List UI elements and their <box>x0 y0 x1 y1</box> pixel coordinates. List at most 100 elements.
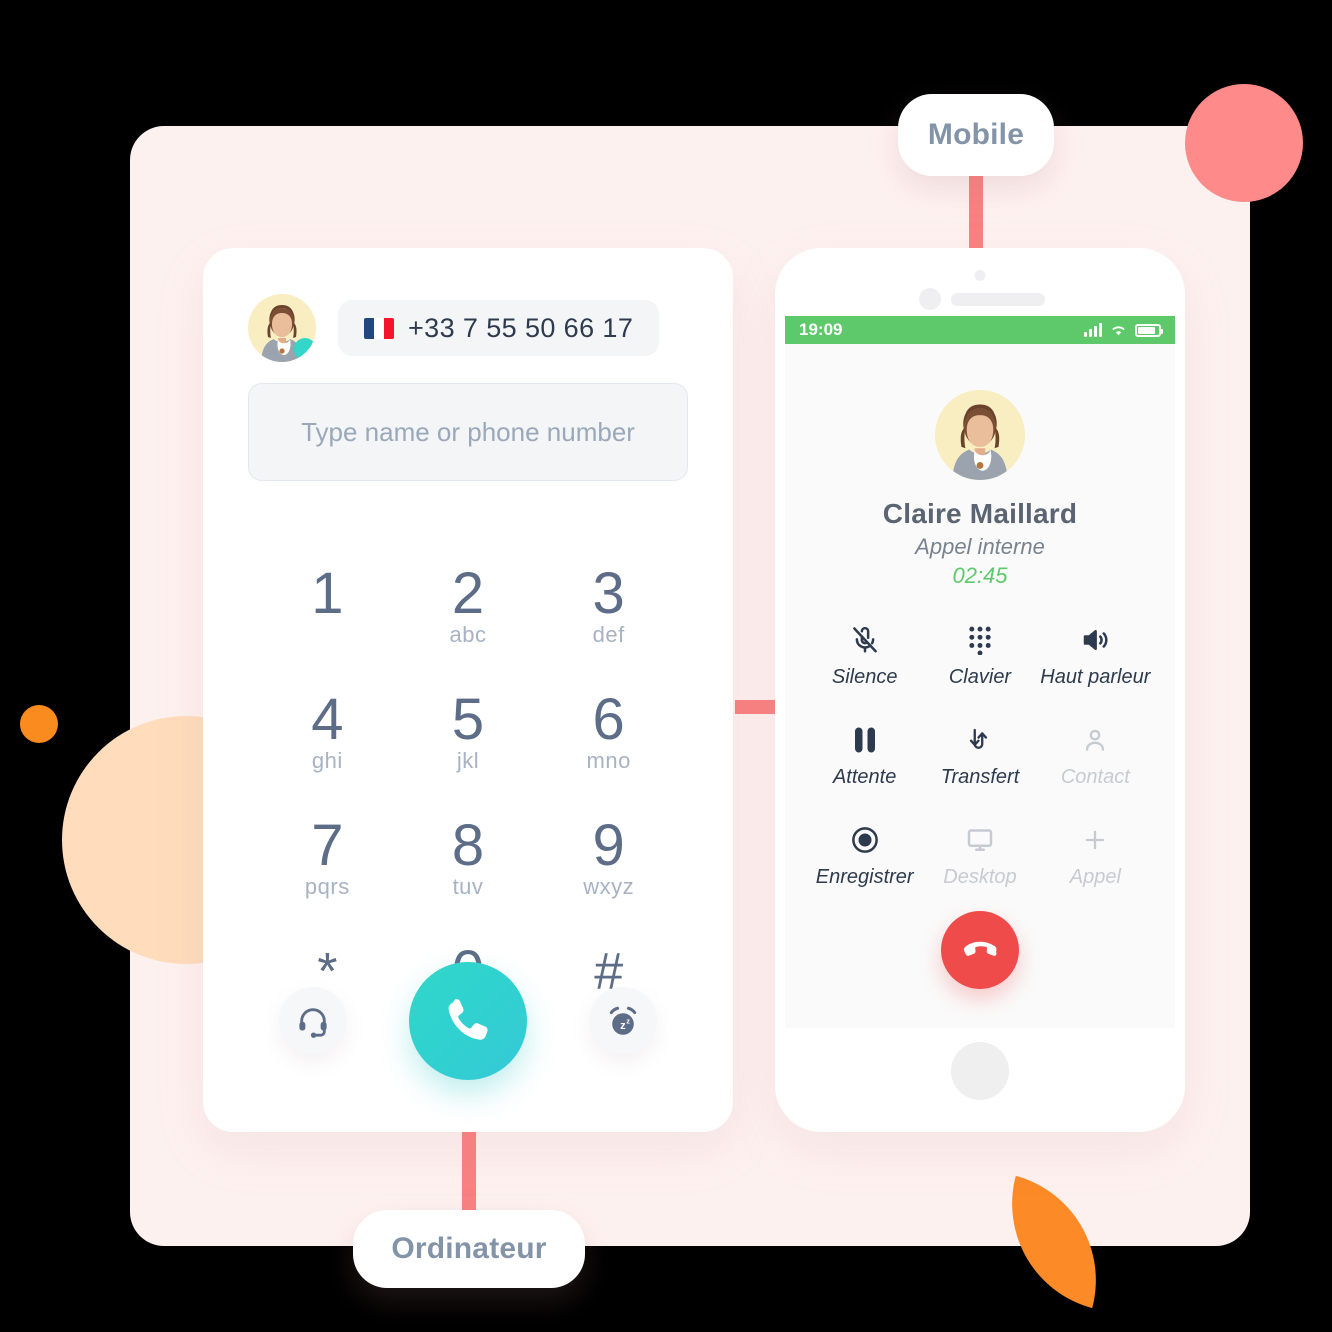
call-control-contact: Contact <box>1038 721 1153 795</box>
label-ordinateur-text: Ordinateur <box>391 1232 547 1265</box>
decorative-dot-orange <box>20 705 58 743</box>
dialpad-key-letters: tuv <box>452 874 484 899</box>
label-mobile-text: Mobile <box>927 118 1025 151</box>
dialpad-key-digit: 6 <box>592 687 625 752</box>
call-button[interactable] <box>409 962 527 1080</box>
headset-button[interactable] <box>279 987 347 1055</box>
dialpad-key-letters: def <box>592 622 625 647</box>
call-control-label: Enregistrer <box>815 866 914 888</box>
avatar <box>248 294 316 362</box>
dialpad-key-digit: 5 <box>451 687 485 752</box>
dialer-header: +33 7 55 50 66 17 <box>248 294 660 362</box>
call-control-enregistrer[interactable]: Enregistrer <box>807 821 922 895</box>
dialpad-key-letters: pqrs <box>304 874 350 899</box>
dialpad-key-digit: 1 <box>311 561 344 626</box>
dialpad-key-letters: ghi <box>311 748 343 773</box>
dialpad-key-4[interactable]: 4 ghi <box>257 689 398 789</box>
mic-muted-icon <box>850 621 880 655</box>
speaker-icon <box>1079 621 1111 655</box>
keypad-icon <box>967 621 993 655</box>
call-control-label: Silence <box>831 666 898 688</box>
france-flag-icon <box>364 317 394 339</box>
dialpad-key-9[interactable]: 9 wxyz <box>538 815 679 915</box>
dialpad-key-digit: 7 <box>311 813 344 878</box>
call-control-transfert[interactable]: Transfert <box>922 721 1037 795</box>
dialpad-key-letters: wxyz <box>583 874 635 899</box>
call-control-label: Attente <box>832 766 897 788</box>
dialpad-key-6[interactable]: 6 mno <box>538 689 679 789</box>
dialpad-key-letters: jkl <box>456 748 480 773</box>
status-bar: 19:09 <box>785 316 1175 344</box>
signal-icon <box>1084 323 1102 337</box>
call-control-label: Haut parleur <box>1040 666 1151 688</box>
wifi-icon <box>1112 326 1125 336</box>
plus-icon <box>1081 821 1109 855</box>
call-control-clavier[interactable]: Clavier <box>922 621 1037 695</box>
dialpad-key-digit: 4 <box>311 687 344 752</box>
desktop-dialer-card: +33 7 55 50 66 17 Type name or phone num… <box>203 248 733 1132</box>
do-not-disturb-button[interactable]: z z <box>589 987 657 1055</box>
label-pill-mobile: Mobile <box>898 94 1054 176</box>
pause-icon <box>852 721 878 755</box>
dialed-number-field[interactable]: +33 7 55 50 66 17 <box>338 300 660 356</box>
transfer-icon <box>966 721 994 755</box>
svg-text:z: z <box>620 1020 626 1032</box>
decorative-circle-salmon <box>1185 84 1303 202</box>
dialer-actions: z z <box>203 962 733 1080</box>
person-icon <box>1081 721 1109 755</box>
phone-home-button[interactable] <box>951 1042 1009 1100</box>
dialpad-key-digit: 3 <box>592 561 625 626</box>
call-duration: 02:45 <box>952 563 1008 588</box>
page-root: Mobile Ordinateur +33 7 55 50 66 17 Type… <box>0 0 1332 1332</box>
dialpad-key-5[interactable]: 5 jkl <box>398 689 539 789</box>
connector-line-mobile <box>969 176 983 256</box>
do-not-disturb-icon: z z <box>609 1006 637 1035</box>
dialpad-key-digit: 8 <box>451 813 485 878</box>
phone-sensor-icon <box>919 288 941 310</box>
search-placeholder: Type name or phone number <box>301 416 635 447</box>
call-control-label: Desktop <box>943 866 1017 888</box>
call-control-appel: Appel <box>1038 821 1153 895</box>
user-avatar-icon <box>935 390 1025 480</box>
call-control-label: Transfert <box>940 766 1020 788</box>
callee-name: Claire Maillard <box>882 498 1078 529</box>
dialpad-key-2[interactable]: 2 abc <box>398 563 539 663</box>
call-icon <box>448 999 488 1040</box>
call-control-silence[interactable]: Silence <box>807 621 922 695</box>
dialpad-key-letters: mno <box>586 748 631 773</box>
status-bar-time: 19:09 <box>799 320 843 339</box>
dialpad-key-8[interactable]: 8 tuv <box>398 815 539 915</box>
label-pill-ordinateur: Ordinateur <box>353 1210 585 1288</box>
end-call-icon <box>963 941 997 956</box>
connector-line-ordinateur <box>462 1120 476 1212</box>
active-call-info: Claire Maillard Appel interne 02:45 <box>785 390 1175 589</box>
search-input[interactable]: Type name or phone number <box>248 383 688 481</box>
dialed-number-text: +33 7 55 50 66 17 <box>408 312 634 343</box>
dialpad-key-3[interactable]: 3 def <box>538 563 679 663</box>
call-control-label: Clavier <box>948 666 1012 688</box>
call-control-label: Contact <box>1060 766 1130 788</box>
mobile-phone-mockup: 19:09 Claire Maillard Appel interne 02:4… <box>775 248 1185 1132</box>
call-control-desktop: Desktop <box>922 821 1037 895</box>
svg-text:z: z <box>626 1016 630 1025</box>
dialpad-key-1[interactable]: 1 <box>257 563 398 663</box>
end-call-button[interactable] <box>941 911 1019 989</box>
presence-indicator <box>294 338 316 360</box>
phone-camera-icon <box>974 270 986 281</box>
status-bar-icons <box>1084 323 1163 337</box>
call-control-label: Appel <box>1069 866 1121 888</box>
record-icon <box>850 821 880 855</box>
monitor-icon <box>965 821 995 855</box>
call-control-attente[interactable]: Attente <box>807 721 922 795</box>
dialpad-key-digit: 9 <box>592 813 625 878</box>
dialpad-key-letters: abc <box>449 622 487 647</box>
dialpad-key-7[interactable]: 7 pqrs <box>257 815 398 915</box>
battery-icon <box>1135 323 1163 337</box>
phone-screen: 19:09 Claire Maillard Appel interne 02:4… <box>785 316 1175 1028</box>
call-control-haut-parleur[interactable]: Haut parleur <box>1038 621 1153 695</box>
dialpad-key-digit: 2 <box>451 561 485 626</box>
callee-avatar <box>935 390 1025 480</box>
headset-icon <box>299 1008 327 1038</box>
call-type: Appel interne <box>915 534 1045 559</box>
call-controls-grid: Silence Clavier Haut parleur Attente Transfe… <box>785 621 1175 895</box>
